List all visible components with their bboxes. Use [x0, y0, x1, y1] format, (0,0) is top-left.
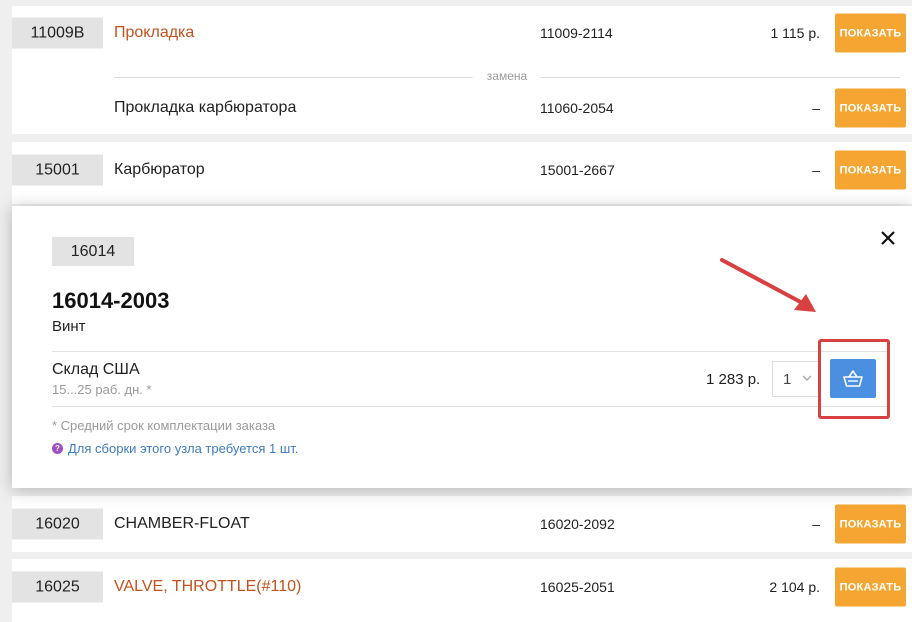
- table-row: 15001 Карбюратор 15001-2667 – ПОКАЗАТЬ: [12, 148, 912, 192]
- delivery-note: * Средний срок комплектации заказа: [52, 418, 276, 433]
- part-group-16025: 16025 VALVE, THROTTLE(#110) 16025-2051 2…: [12, 559, 912, 622]
- warehouse-price: 1 283 р.: [706, 371, 761, 388]
- warehouse-name: Склад США: [52, 361, 140, 378]
- part-price: –: [812, 100, 820, 116]
- arrow-icon: [720, 258, 816, 312]
- part-code: 16014: [52, 237, 134, 266]
- part-group-15001: 15001 Карбюратор 15001-2667 – ПОКАЗАТЬ: [12, 142, 912, 204]
- show-button[interactable]: ПОКАЗАТЬ: [835, 567, 906, 607]
- part-group-11009b: 11009B Прокладка 11009-2114 1 115 р. ПОК…: [12, 6, 912, 134]
- table-row: 11009B Прокладка 11009-2114 1 115 р. ПОК…: [12, 11, 912, 55]
- part-article: 16025-2051: [540, 579, 615, 595]
- chevron-down-icon: [802, 375, 812, 381]
- divider: [52, 351, 890, 352]
- replacement-separator: замена: [114, 69, 900, 83]
- part-group-16020: 16020 CHAMBER-FLOAT 16020-2092 – ПОКАЗАТ…: [12, 496, 912, 552]
- part-article: 11009-2114: [540, 25, 613, 41]
- question-icon: ?: [52, 443, 63, 454]
- part-name: CHAMBER-FLOAT: [114, 515, 250, 532]
- part-number-title: 16014-2003: [52, 288, 170, 313]
- close-icon[interactable]: [876, 226, 900, 250]
- part-name-link[interactable]: VALVE, THROTTLE(#110): [114, 578, 301, 596]
- table-row: Прокладка карбюратора 11060-2054 – ПОКАЗ…: [12, 86, 912, 130]
- show-button[interactable]: ПОКАЗАТЬ: [835, 13, 906, 53]
- highlight-box: [818, 339, 890, 419]
- part-article: 16020-2092: [540, 516, 615, 532]
- part-name: Карбюратор: [114, 161, 205, 178]
- part-name-link[interactable]: Прокладка: [114, 24, 194, 42]
- divider: [52, 406, 890, 407]
- delivery-term: 15...25 раб. дн. *: [52, 382, 152, 397]
- show-button[interactable]: ПОКАЗАТЬ: [835, 504, 906, 544]
- part-price: 1 115 р.: [770, 25, 820, 41]
- part-code: 16025: [12, 571, 103, 603]
- assembly-info: ? Для сборки этого узла требуется 1 шт.: [52, 441, 298, 456]
- part-price: 2 104 р.: [769, 579, 820, 595]
- part-code: 11009B: [12, 17, 103, 49]
- part-code: 15001: [12, 154, 103, 186]
- table-row: 16025 VALVE, THROTTLE(#110) 16025-2051 2…: [12, 565, 912, 609]
- part-price: –: [812, 162, 820, 178]
- replacement-label: замена: [472, 69, 542, 83]
- show-button[interactable]: ПОКАЗАТЬ: [835, 150, 906, 190]
- part-name: Прокладка карбюратора: [114, 99, 297, 116]
- table-row: 16020 CHAMBER-FLOAT 16020-2092 – ПОКАЗАТ…: [12, 502, 912, 546]
- part-article: 11060-2054: [540, 100, 614, 116]
- part-article: 15001-2667: [540, 162, 615, 178]
- part-code: 16020: [12, 508, 103, 540]
- quantity-value: 1: [783, 371, 792, 388]
- show-button[interactable]: ПОКАЗАТЬ: [835, 88, 906, 128]
- part-detail-popup: 16014 16014-2003 Винт Склад США 15...25 …: [12, 206, 912, 488]
- part-description: Винт: [52, 318, 86, 335]
- assembly-info-text: Для сборки этого узла требуется 1 шт.: [68, 441, 299, 456]
- part-price: –: [812, 516, 820, 532]
- quantity-select[interactable]: 1: [772, 361, 820, 397]
